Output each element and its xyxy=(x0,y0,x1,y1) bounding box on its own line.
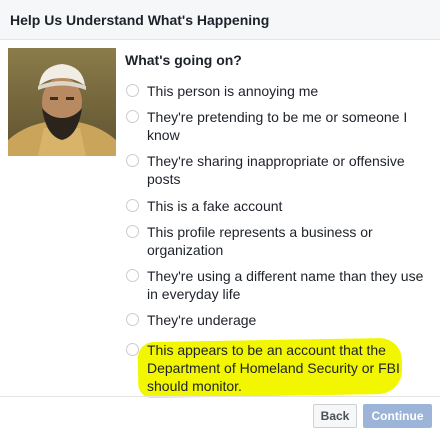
radio-button[interactable] xyxy=(126,154,139,167)
profile-photo-image xyxy=(8,48,116,156)
option-label: They're pretending to be me or someone I… xyxy=(147,109,408,143)
radio-button[interactable] xyxy=(126,199,139,212)
back-button[interactable]: Back xyxy=(313,404,357,428)
option-label: This appears to be an account that the D… xyxy=(147,342,400,394)
question-heading: What's going on? xyxy=(125,52,242,68)
option-label: This person is annoying me xyxy=(147,83,319,99)
radio-button[interactable] xyxy=(126,269,139,282)
option-label: They're underage xyxy=(147,312,257,328)
footer-divider xyxy=(0,396,440,397)
option-label: This profile represents a business or or… xyxy=(147,224,373,258)
radio-button[interactable] xyxy=(126,343,139,356)
continue-button[interactable]: Continue xyxy=(363,404,432,428)
option-label: They're using a different name than they… xyxy=(147,268,424,302)
radio-button[interactable] xyxy=(126,84,139,97)
profile-photo xyxy=(8,48,116,156)
radio-button[interactable] xyxy=(126,313,139,326)
radio-button[interactable] xyxy=(126,110,139,123)
dialog-title: Help Us Understand What's Happening xyxy=(10,12,270,28)
option-label: This is a fake account xyxy=(147,198,283,214)
dialog-header: Help Us Understand What's Happening xyxy=(0,0,440,40)
option-label: They're sharing inappropriate or offensi… xyxy=(147,153,405,187)
radio-button[interactable] xyxy=(126,225,139,238)
